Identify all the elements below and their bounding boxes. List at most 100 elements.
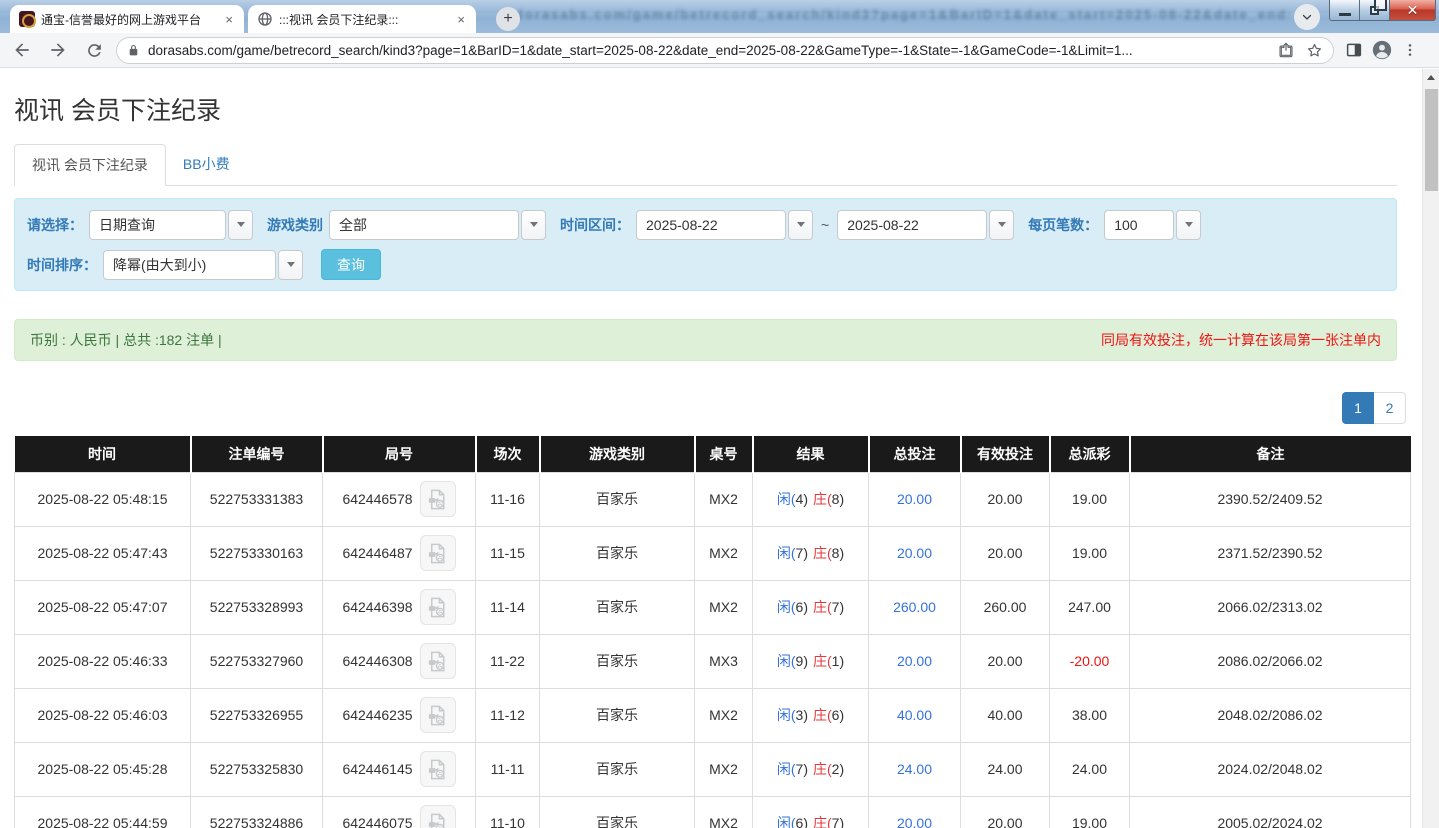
result-player: 闲(7) [777,543,808,563]
result-player: 闲(6) [777,813,808,828]
video-replay-button[interactable] [420,535,456,571]
close-icon: ✕ [1407,2,1419,19]
back-button[interactable] [8,36,36,64]
scrollbar-up-arrow-icon[interactable] [1423,69,1439,86]
cell-bet-id: 522753326955 [191,688,323,742]
browser-toolbar: dorasabs.com/game/betrecord_search/kind3… [0,33,1439,68]
select-mode-combobox[interactable]: 日期查询 [89,210,253,240]
close-button[interactable]: ✕ [1389,0,1436,21]
forward-button[interactable] [44,36,72,64]
cell-game-type: 百家乐 [540,796,695,828]
video-file-icon [426,704,449,727]
sort-label: 时间排序： [27,255,97,275]
date-start-value[interactable]: 2025-08-22 [636,210,786,240]
cell-time: 2025-08-22 05:48:15 [15,472,191,526]
reload-icon [85,41,104,60]
side-panel-button[interactable] [1340,36,1368,64]
cell-time: 2025-08-22 05:44:59 [15,796,191,828]
column-header: 有效投注 [961,436,1050,472]
cell-round: 642446398 [323,580,476,634]
date-range-label: 时间区间： [560,215,630,235]
video-replay-button[interactable] [420,751,456,787]
share-icon[interactable] [1278,42,1294,58]
cell-table-number: MX2 [695,742,753,796]
game-type-combobox[interactable]: 全部 [329,210,546,240]
cell-payout: 38.00 [1050,688,1130,742]
new-tab-button[interactable]: + [496,7,520,31]
reload-button[interactable] [80,36,108,64]
video-replay-button[interactable] [420,643,456,679]
page-button-1[interactable]: 1 [1342,392,1374,424]
cell-game-type: 百家乐 [540,472,695,526]
total-bet-link[interactable]: 40.00 [897,707,932,723]
menu-button[interactable] [1396,36,1424,64]
tab-list-chevron-button[interactable] [1294,4,1320,30]
table-header-row: 时间注单编号局号场次游戏类别桌号结果总投注有效投注总派彩备注 [15,436,1411,472]
select-mode-value[interactable]: 日期查询 [89,210,226,240]
video-replay-button[interactable] [420,697,456,733]
payout-value: 38.00 [1072,707,1107,723]
url-bar[interactable]: dorasabs.com/game/betrecord_search/kind3… [116,37,1334,64]
cell-valid-bet: 40.00 [961,688,1050,742]
cell-valid-bet: 20.00 [961,634,1050,688]
payout-value: -20.00 [1070,653,1110,669]
tab-bb-tip[interactable]: BB小费 [166,144,247,186]
combo-arrow-icon[interactable] [989,210,1014,240]
video-replay-button[interactable] [420,481,456,517]
sort-combobox[interactable]: 降幂(由大到小) [103,250,303,280]
page-size-combobox[interactable]: 100 [1104,210,1201,240]
combo-arrow-icon[interactable] [788,210,813,240]
date-start-combobox[interactable]: 2025-08-22 [636,210,813,240]
minimize-button[interactable] [1329,0,1360,21]
tab1-favicon [19,11,35,27]
sort-value[interactable]: 降幂(由大到小) [103,250,276,280]
combo-arrow-icon[interactable] [228,210,253,240]
video-replay-button[interactable] [420,589,456,625]
video-replay-button[interactable] [420,805,456,828]
cell-table-number: MX2 [695,796,753,828]
tab2-close-icon[interactable]: × [455,12,467,27]
cell-table-number: MX2 [695,472,753,526]
page-scrollbar[interactable] [1422,69,1439,828]
cell-game-type: 百家乐 [540,526,695,580]
search-button[interactable]: 查询 [321,249,381,280]
combo-arrow-icon[interactable] [521,210,546,240]
total-bet-link[interactable]: 24.00 [897,761,932,777]
forward-arrow-icon [48,40,68,60]
total-bet-link[interactable]: 20.00 [897,653,932,669]
table-row: 2025-08-22 05:46:33 522753327960 6424463… [15,634,1411,688]
tab1-close-icon[interactable]: × [223,12,235,27]
video-file-icon [426,812,449,828]
bookmark-star-icon[interactable] [1306,42,1323,59]
cell-round: 642446487 [323,526,476,580]
profile-button[interactable] [1368,36,1396,64]
column-header: 备注 [1130,436,1411,472]
round-number: 642446578 [342,491,412,507]
combo-arrow-icon[interactable] [1176,210,1201,240]
browser-tab-1[interactable]: 通宝-信誉最好的网上游戏平台 × [10,5,244,33]
restore-icon [1370,6,1379,15]
cell-round: 642446235 [323,688,476,742]
date-end-value[interactable]: 2025-08-22 [837,210,987,240]
date-end-combobox[interactable]: 2025-08-22 [837,210,1014,240]
page-size-value[interactable]: 100 [1104,210,1174,240]
browser-tab-2[interactable]: :::视讯 会员下注纪录::: × [248,5,476,33]
cell-payout: 19.00 [1050,526,1130,580]
total-bet-link[interactable]: 20.00 [897,815,932,828]
total-bet-link[interactable]: 20.00 [897,491,932,507]
restore-button[interactable] [1360,0,1389,21]
cell-result: 闲(7)庄(2) [753,742,869,796]
scrollbar-thumb[interactable] [1425,89,1438,191]
table-row: 2025-08-22 05:46:03 522753326955 6424462… [15,688,1411,742]
game-type-value[interactable]: 全部 [329,210,519,240]
round-number: 642446075 [342,815,412,828]
table-row: 2025-08-22 05:48:15 522753331383 6424465… [15,472,1411,526]
total-bet-link[interactable]: 20.00 [897,545,932,561]
total-bet-link[interactable]: 260.00 [893,599,936,615]
cell-total-bet: 20.00 [869,634,961,688]
page-button-2[interactable]: 2 [1374,392,1406,424]
column-header: 总派彩 [1050,436,1130,472]
combo-arrow-icon[interactable] [278,250,303,280]
tab-bet-records[interactable]: 视讯 会员下注纪录 [14,144,166,186]
kebab-menu-icon [1402,42,1418,58]
